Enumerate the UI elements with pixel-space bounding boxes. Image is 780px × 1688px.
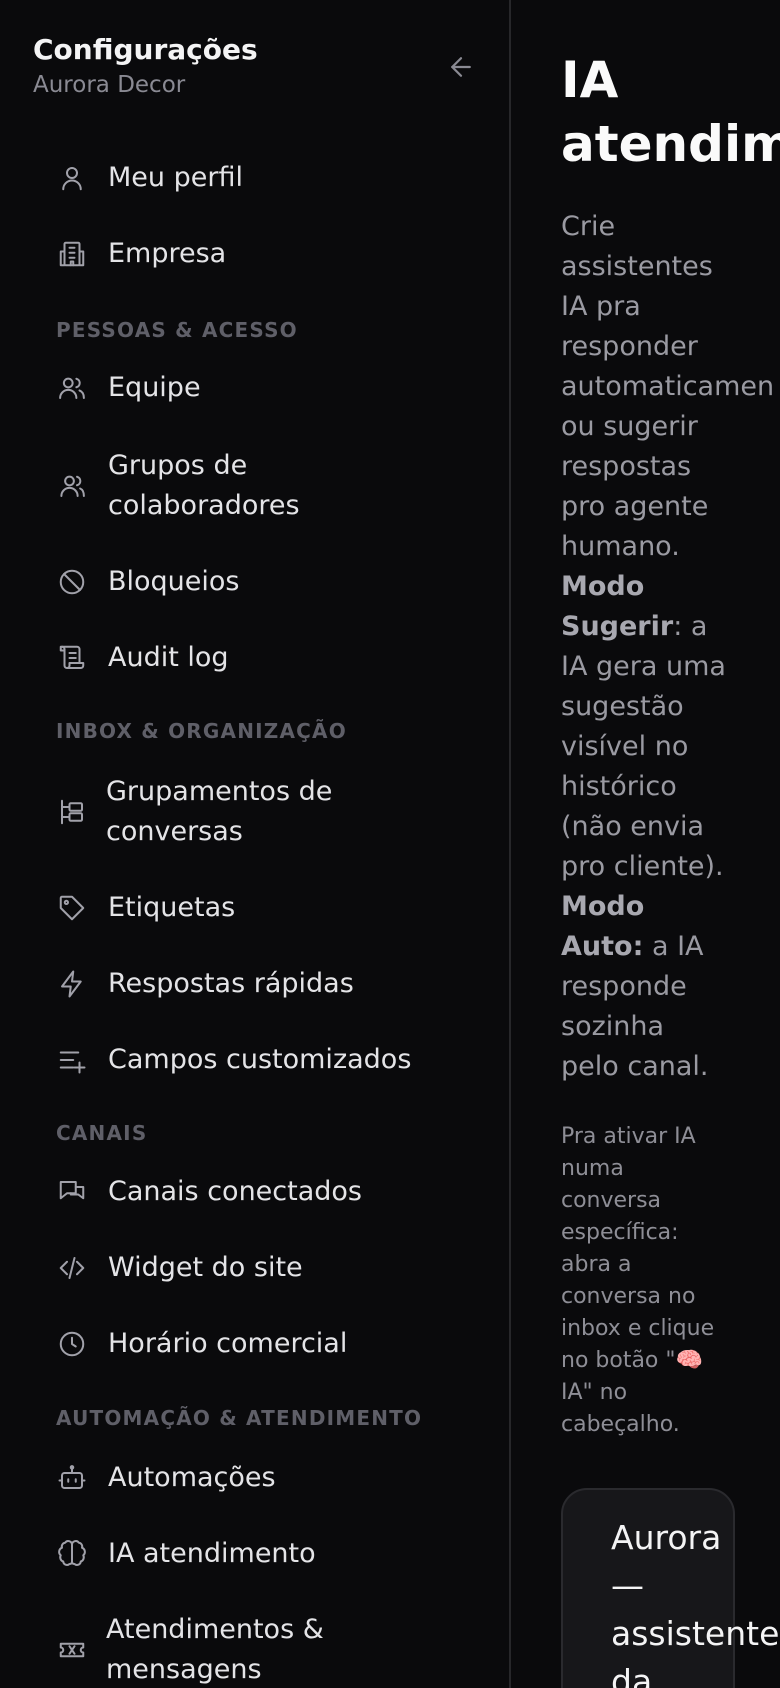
nav-item-label: Equipe bbox=[108, 372, 201, 403]
main-content: IA atendim Crie assistentes IA pra respo… bbox=[511, 0, 780, 1688]
nav-item-bloqueios[interactable]: Bloqueios bbox=[56, 562, 476, 602]
sidebar-header: Configurações Aurora Decor bbox=[33, 30, 258, 100]
settings-sidebar: Configurações Aurora Decor Meu perfil Em… bbox=[0, 0, 511, 1688]
page-description: Crie assistentes IA pra responder automa… bbox=[561, 207, 780, 1087]
nav-item-label: Etiquetas bbox=[108, 892, 236, 923]
nav-item-label: Meu perfil bbox=[108, 162, 243, 193]
ticket-icon bbox=[56, 1634, 88, 1666]
section-label-pessoas-acesso: PESSOAS & ACESSO bbox=[56, 318, 298, 342]
nav-item-campos-customizados[interactable]: Campos customizados bbox=[56, 1040, 476, 1080]
brain-icon bbox=[56, 1538, 88, 1570]
nav-item-grupos-colaboradores[interactable]: Grupos de colaboradores bbox=[56, 446, 476, 526]
sidebar-title: Configurações bbox=[33, 33, 258, 66]
nav-item-audit-log[interactable]: Audit log bbox=[56, 638, 476, 678]
nav-item-label: Bloqueios bbox=[108, 566, 240, 597]
nav-item-label: Automações bbox=[108, 1462, 276, 1493]
nav-item-label: Respostas rápidas bbox=[108, 968, 354, 999]
nav-item-label: Grupos de colaboradores bbox=[108, 450, 300, 521]
tag-icon bbox=[56, 892, 88, 924]
building-icon bbox=[56, 238, 88, 270]
nav-item-label: Canais conectados bbox=[108, 1176, 362, 1207]
ban-icon bbox=[56, 566, 88, 598]
collapse-sidebar-button[interactable] bbox=[446, 52, 476, 82]
section-label-canais: CANAIS bbox=[56, 1121, 148, 1145]
nav-item-automacoes[interactable]: Automações bbox=[56, 1458, 476, 1498]
activation-note: Pra ativar IA numa conversa específica: … bbox=[561, 1124, 715, 1437]
nav-item-empresa[interactable]: Empresa bbox=[56, 234, 476, 274]
bot-icon bbox=[56, 1462, 88, 1494]
mode-suggest-text: : a IA gera uma sugestão visível no hist… bbox=[561, 611, 726, 882]
list-plus-icon bbox=[56, 1044, 88, 1076]
section-label-automacao-atendimento: AUTOMAÇÃO & ATENDIMENTO bbox=[56, 1406, 423, 1430]
scroll-icon bbox=[56, 642, 88, 674]
users-icon bbox=[56, 372, 88, 404]
code-icon bbox=[56, 1252, 88, 1284]
arrow-left-icon bbox=[451, 57, 471, 77]
nav-item-label: Campos customizados bbox=[108, 1044, 412, 1075]
clock-icon bbox=[56, 1328, 88, 1360]
nav-item-label: Atendimentos & mensagens bbox=[106, 1614, 324, 1685]
nav-item-label: IA atendimento bbox=[108, 1538, 316, 1569]
nav-item-label: Widget do site bbox=[108, 1252, 303, 1283]
section-label-inbox-organizacao: INBOX & ORGANIZAÇÃO bbox=[56, 719, 347, 743]
nav-item-label: Empresa bbox=[108, 238, 227, 269]
assistant-card[interactable]: Aurora — assistente da bbox=[561, 1488, 779, 1688]
nav-item-label: Grupamentos de conversas bbox=[106, 776, 333, 847]
nav-item-horario-comercial[interactable]: Horário comercial bbox=[56, 1324, 476, 1364]
nav-item-etiquetas[interactable]: Etiquetas bbox=[56, 888, 476, 928]
nav-item-respostas-rapidas[interactable]: Respostas rápidas bbox=[56, 964, 476, 1004]
nav-item-atendimentos-mensagens[interactable]: Atendimentos & mensagens bbox=[56, 1610, 476, 1688]
nav-item-ia-atendimento[interactable]: IA atendimento bbox=[56, 1534, 476, 1574]
user-group-icon bbox=[56, 470, 88, 502]
assistant-card-title: Aurora — assistente da bbox=[611, 1518, 780, 1688]
page-title: IA atendim bbox=[561, 51, 780, 173]
zap-icon bbox=[56, 968, 88, 1000]
app-root: Configurações Aurora Decor Meu perfil Em… bbox=[0, 0, 780, 1688]
description-intro: Crie assistentes IA pra responder automa… bbox=[561, 211, 775, 562]
messages-icon bbox=[56, 1176, 88, 1208]
mode-suggest-label: Modo Sugerir bbox=[561, 571, 674, 642]
user-icon bbox=[56, 162, 88, 194]
nav-item-equipe[interactable]: Equipe bbox=[56, 368, 476, 408]
nav-item-canais-conectados[interactable]: Canais conectados bbox=[56, 1172, 476, 1212]
nav-item-widget-site[interactable]: Widget do site bbox=[56, 1248, 476, 1288]
nav-item-meu-perfil[interactable]: Meu perfil bbox=[56, 158, 476, 198]
workspace-name: Aurora Decor bbox=[33, 72, 186, 98]
nav-item-label: Horário comercial bbox=[108, 1328, 348, 1359]
mode-auto-label: Modo Auto: bbox=[561, 891, 645, 962]
tree-icon bbox=[56, 796, 88, 828]
nav-item-label: Audit log bbox=[108, 642, 229, 673]
nav-item-grupamentos-conversas[interactable]: Grupamentos de conversas bbox=[56, 772, 476, 852]
